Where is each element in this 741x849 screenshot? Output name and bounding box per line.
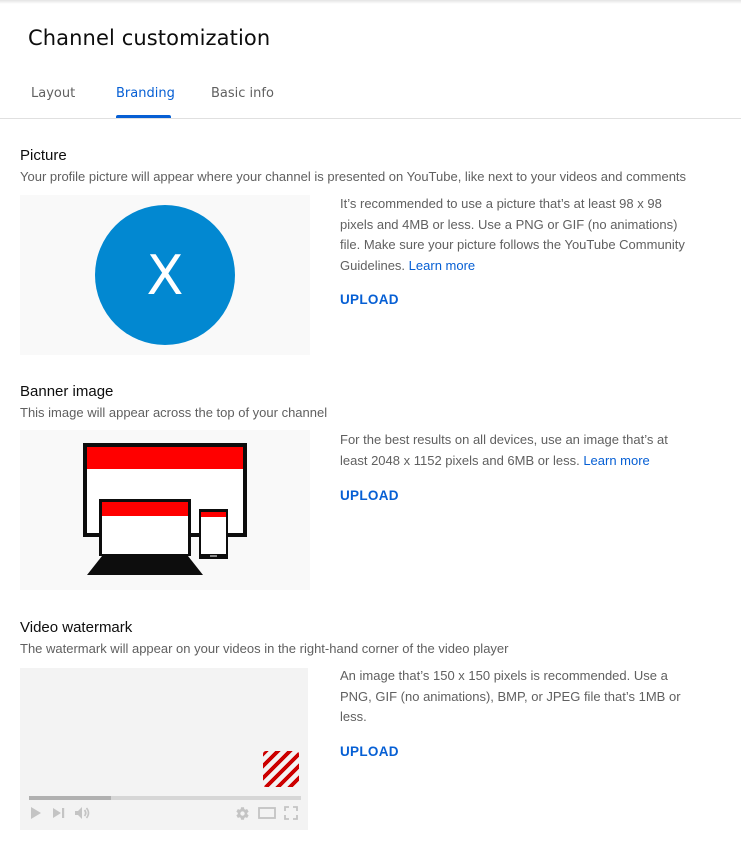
watermark-logo-icon [263,751,299,787]
tab-basic-info[interactable]: Basic info [211,86,274,101]
active-tab-indicator [116,115,171,118]
settings-icon [236,807,249,820]
profile-picture-preview: X [20,195,310,355]
laptop-banner [102,502,188,516]
video-progress-fill [29,796,111,800]
monitor-banner [87,447,243,469]
banner-section-title: Banner image [20,383,114,400]
page-title: Channel customization [28,26,271,50]
theater-mode-icon [258,807,276,819]
banner-upload-button[interactable]: UPLOAD [340,488,399,503]
tab-branding[interactable]: Branding [116,86,175,101]
fullscreen-icon [284,806,298,820]
picture-learn-more-link[interactable]: Learn more [409,258,475,273]
picture-info: It’s recommended to use a picture that’s… [340,194,685,276]
watermark-info: An image that’s 150 x 150 pixels is reco… [340,666,685,728]
banner-info: For the best results on all devices, use… [340,430,685,471]
picture-upload-button[interactable]: UPLOAD [340,292,399,307]
picture-info-text: It’s recommended to use a picture that’s… [340,196,685,273]
banner-learn-more-link[interactable]: Learn more [583,453,649,468]
top-shadow [0,0,741,4]
phone-home-button [210,555,217,557]
picture-section-title: Picture [20,147,67,164]
picture-section-description: Your profile picture will appear where y… [20,169,687,184]
volume-icon [75,807,90,819]
watermark-info-text: An image that’s 150 x 150 pixels is reco… [340,668,681,724]
devices-banner-icon [83,443,247,575]
laptop-base [87,556,203,575]
banner-preview [20,430,310,590]
banner-section-description: This image will appear across the top of… [20,405,328,420]
watermark-upload-button[interactable]: UPLOAD [340,744,399,759]
avatar-letter: X [146,243,184,307]
watermark-section-title: Video watermark [20,619,133,636]
video-player-preview [20,668,308,830]
next-icon [53,808,65,818]
tab-layout[interactable]: Layout [31,86,75,101]
watermark-section-description: The watermark will appear on your videos… [20,641,509,656]
video-progress-bar [29,796,301,800]
phone-screen [201,512,226,554]
phone-banner [201,512,226,517]
play-icon [31,807,41,819]
tab-bar: Layout Branding Basic info [0,76,741,119]
avatar: X [95,205,235,345]
